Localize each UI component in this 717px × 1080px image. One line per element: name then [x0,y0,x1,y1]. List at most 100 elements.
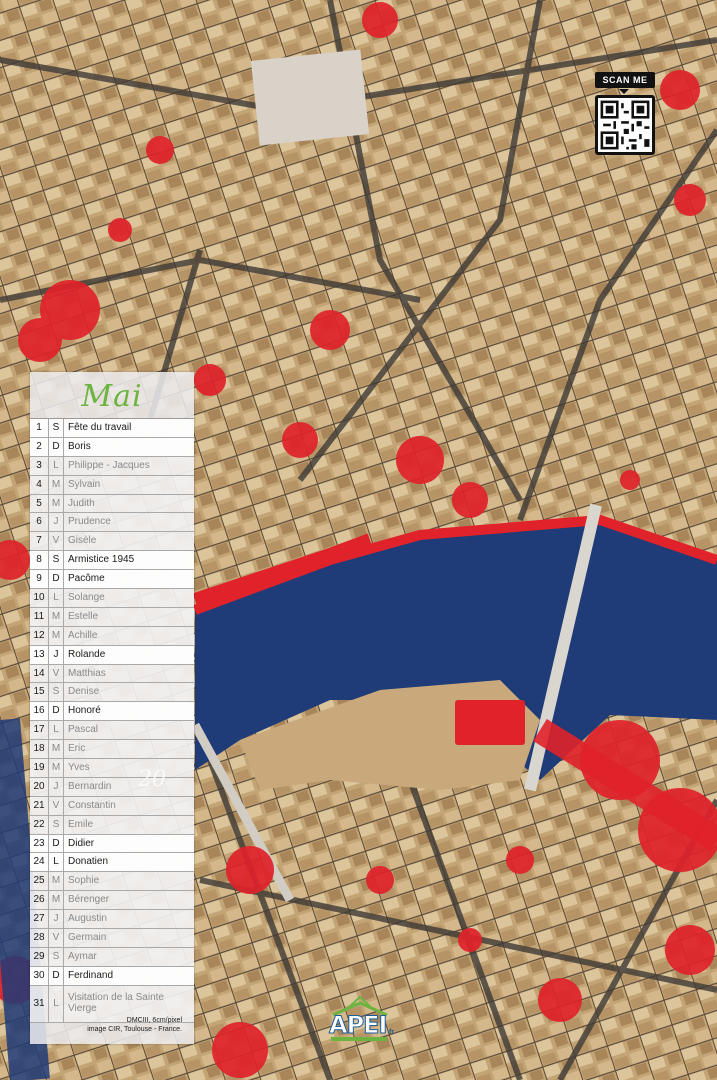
day-row: 4 M Sylvain [30,475,194,495]
day-number: 10 [30,589,49,607]
day-weekday: M [49,475,64,494]
day-weekday: L [49,985,64,1022]
day-row: 12 M Achille [30,626,194,646]
day-weekday: S [49,551,64,570]
day-row: 5 M Judith [30,494,194,514]
day-row: 8 S Armistice 1945 [30,551,194,571]
day-number: 15 [30,683,49,702]
credit-line-2: image CIR, Toulouse - France. [87,1026,182,1033]
day-saint-name: Augustin [68,913,107,925]
day-saint-name: Aymar [68,950,97,962]
day-saint-name: Donatien [68,856,109,868]
day-saint-name: Rolande [68,648,106,660]
day-weekday: J [49,777,64,796]
day-saint-name: Achille [68,629,98,641]
day-number: 14 [30,664,49,683]
day-weekday: V [49,664,64,683]
scan-me-label: SCAN ME [595,72,655,88]
day-row: 15 S Denise [30,683,194,703]
day-weekday: D [49,437,64,456]
day-saint-name: Estelle [68,610,99,622]
day-row: 11 M Estelle [30,607,194,627]
day-weekday: V [49,532,64,551]
day-number: 18 [30,740,49,759]
day-saint-name: Ferdinand [68,969,114,981]
day-saint-name: Fête du travail [68,422,132,433]
day-number: 5 [30,494,49,513]
day-number: 11 [30,607,49,626]
day-row: 14 V Matthias [30,664,194,684]
day-number: 25 [30,872,49,891]
day-saint-name: Bérenger [68,894,110,906]
day-saint-name: Didier [68,837,95,849]
day-saint-name: Boris [68,440,91,452]
day-saint-name: Sophie [68,875,100,887]
day-row: 1 S Fête du travail [30,419,194,438]
logo-text: APEI [329,1011,388,1040]
day-number: 20 [30,777,49,796]
day-weekday: M [49,494,64,513]
day-number: 30 [30,966,49,985]
day-row: 17 L Pascal [30,721,194,741]
day-saint-name: Judith [68,497,95,509]
day-saint-name: Gisèle [68,535,97,547]
day-row: 22 S Emile [30,815,194,835]
day-weekday: V [49,796,64,815]
month-calendar-panel: Mai 1 S Fête du travail 2 D Boris 3 L Philippe -… [30,372,194,1044]
day-saint-name: Eric [68,743,86,755]
day-weekday: J [49,910,64,929]
day-number: 19 [30,759,49,777]
day-number: 13 [30,645,49,664]
day-weekday: D [49,834,64,853]
day-number: 9 [30,570,49,589]
day-weekday: M [49,607,64,626]
credit-line-1: DMCIII, 6cm/pixel [126,1017,182,1024]
day-saint-name: Solange [68,592,105,604]
day-saint-name: Prudence [68,516,111,528]
day-weekday: M [49,759,64,777]
day-number: 28 [30,929,49,947]
day-number: 29 [30,947,49,966]
day-row: 10 L Solange [30,589,194,608]
day-row: 24 L Donatien [30,853,194,873]
day-saint-name: Armistice 1945 [68,554,135,566]
day-saint-name: Emile [68,818,94,830]
day-row: 29 S Aymar [30,947,194,967]
day-saint-name: Matthias [68,667,106,679]
day-row: 28 V Germain [30,929,194,948]
day-saint-name: Bernardin [68,780,112,792]
day-number: 3 [30,456,49,475]
day-saint-name: Pacôme [68,573,105,585]
day-saint-name: Pascal [68,724,99,736]
day-weekday: L [49,721,64,740]
day-row: 6 J Prudence [30,513,194,533]
day-weekday: L [49,456,64,475]
day-saint-name: Constantin [68,799,116,811]
day-weekday: M [49,740,64,759]
day-row: 25 M Sophie [30,872,194,892]
image-credit: DMCIII, 6cm/pixel image CIR, Toulouse - … [87,1016,182,1034]
day-weekday: M [49,872,64,891]
day-row: 9 D Pacôme [30,570,194,590]
day-row: 23 D Didier [30,834,194,854]
day-row: 19 M Yves [30,759,194,778]
day-number: 23 [30,834,49,853]
day-weekday: J [49,645,64,664]
day-number: 31 [30,985,49,1022]
day-number: 27 [30,910,49,929]
day-weekday: D [49,570,64,589]
day-weekday: S [49,419,64,437]
day-number: 12 [30,626,49,645]
day-row: 7 V Gisèle [30,532,194,552]
day-row: 18 M Eric [30,740,194,760]
logo-suffix: fr [389,1029,395,1036]
day-saint-name: Honoré [68,705,101,717]
day-weekday: M [49,626,64,645]
day-number: 22 [30,815,49,834]
qr-code[interactable] [595,95,655,155]
day-saint-name: Sylvain [68,478,101,490]
day-number: 2 [30,437,49,456]
day-number: 26 [30,891,49,910]
qr-code-block[interactable]: SCAN ME [595,72,655,155]
day-saint-name: Yves [68,762,90,774]
